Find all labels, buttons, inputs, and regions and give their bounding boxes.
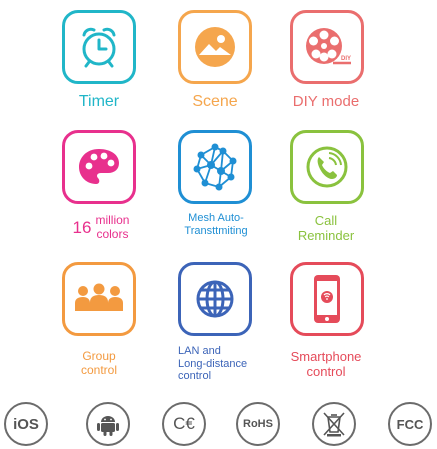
alarm-clock-icon: [82, 27, 116, 68]
colors-line1: million: [95, 213, 130, 227]
scene-tile: [178, 10, 252, 84]
smartphone-icon: [314, 275, 340, 323]
timer-tile: [62, 10, 136, 84]
mesh-line2: Transttmiting: [184, 224, 248, 237]
rohs-badge: RoHS: [236, 402, 280, 446]
smartphone-control-tile: [290, 262, 364, 336]
timer-label: Timer: [78, 93, 120, 110]
group-control-tile: [62, 262, 136, 336]
ce-badge: C€: [162, 402, 206, 446]
landscape-image-icon: [195, 27, 235, 67]
weee-bin-icon: [323, 412, 345, 437]
ios-text: iOS: [13, 415, 39, 433]
lan-label: LAN and Long-distance control: [178, 345, 278, 383]
fcc-badge: FCC: [388, 402, 432, 446]
group-line1: Group: [82, 349, 116, 363]
globe-icon: [196, 280, 234, 318]
ce-text: C€: [173, 414, 195, 433]
call-line2: Reminder: [297, 227, 355, 243]
rohs-text: RoHS: [243, 418, 273, 430]
scene-label: Scene: [192, 93, 238, 110]
weee-badge: [312, 402, 356, 446]
android-icon: [97, 416, 119, 436]
color-palette-icon: [79, 149, 119, 184]
film-reel-icon: DIY: [306, 28, 351, 65]
feature-grid: Timer Scene DIY DIY mode 16 million colo…: [0, 0, 437, 449]
lan-line3: control: [178, 370, 212, 383]
diy-mode-label: DIY mode: [292, 93, 360, 110]
group-people-icon: [75, 283, 123, 311]
colors-number: 16: [72, 218, 92, 238]
colors-line2: colors: [96, 226, 129, 241]
fcc-text: FCC: [396, 416, 424, 432]
lan-line1: LAN and: [178, 345, 221, 357]
group-line2: control: [80, 362, 118, 377]
mesh-tile: [178, 130, 252, 204]
mesh-network-icon: [193, 143, 237, 191]
mesh-label: Mesh Auto- Transttmiting: [166, 212, 266, 237]
smartphone-line2: control: [306, 363, 346, 379]
mesh-line1: Mesh Auto-: [188, 212, 244, 224]
phone-call-icon: [306, 146, 348, 188]
group-control-label: Group control: [54, 349, 144, 378]
smartphone-line1: Smartphone: [290, 349, 362, 364]
smartphone-control-label: Smartphone control: [276, 349, 376, 380]
lan-line2: Long-distance: [178, 357, 248, 370]
lan-tile: [178, 262, 252, 336]
diy-badge: DIY: [341, 56, 351, 62]
ios-badge: iOS: [4, 402, 48, 446]
android-badge: [86, 402, 130, 446]
call-reminder-tile: [290, 130, 364, 204]
colors-label: 16 million colors: [56, 213, 146, 242]
colors-text: million colors: [95, 213, 130, 242]
colors-tile: [62, 130, 136, 204]
call-line1: Call: [314, 213, 338, 228]
call-reminder-label: Call Reminder: [276, 213, 376, 244]
diy-mode-tile: DIY: [290, 10, 364, 84]
